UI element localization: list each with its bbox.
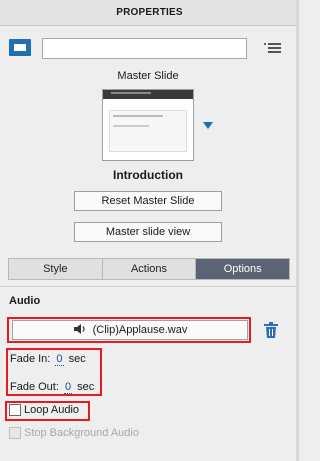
divider <box>0 286 296 287</box>
slide-name-input[interactable] <box>42 38 247 59</box>
master-slide-name: Introduction <box>113 168 183 182</box>
slide-icon <box>9 39 31 56</box>
stop-background-audio-label: Stop Background Audio <box>24 427 139 439</box>
dropdown-arrow-icon[interactable] <box>203 122 213 129</box>
master-slide-view-button[interactable]: Master slide view <box>74 222 222 242</box>
master-slide-thumbnail[interactable] <box>102 89 194 161</box>
menu-icon[interactable] <box>264 41 282 55</box>
tab-actions[interactable]: Actions <box>102 259 197 279</box>
checkbox-icon <box>9 427 21 439</box>
tab-style[interactable]: Style <box>9 259 103 279</box>
reset-master-slide-button[interactable]: Reset Master Slide <box>74 191 222 211</box>
master-slide-label: Master Slide <box>117 70 179 82</box>
panel-edge <box>296 0 299 461</box>
tab-bar: Style Actions Options <box>8 258 290 280</box>
trash-icon[interactable] <box>264 322 278 338</box>
stop-background-audio-checkbox: Stop Background Audio <box>9 427 139 439</box>
thumbnail-header-text <box>111 92 151 94</box>
highlight-audio-clip <box>7 317 251 343</box>
tab-options[interactable]: Options <box>196 259 290 279</box>
highlight-fade <box>6 348 102 396</box>
highlight-loop-audio <box>5 401 90 421</box>
panel-title: PROPERTIES <box>0 0 299 26</box>
audio-section-title: Audio <box>9 295 41 307</box>
